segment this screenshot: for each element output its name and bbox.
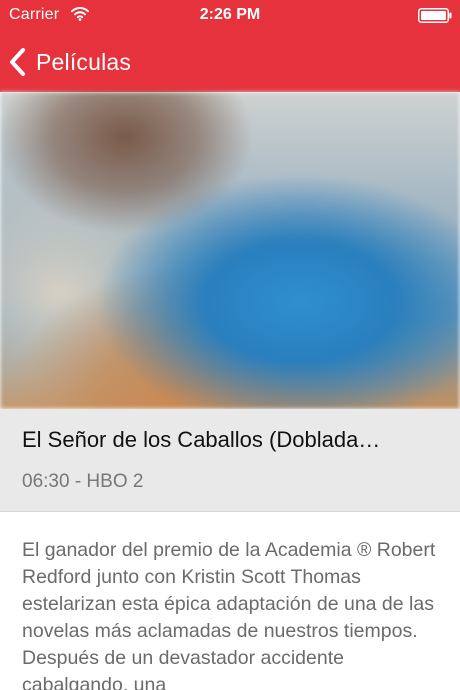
program-schedule: 06:30 - HBO 2 [22, 471, 144, 492]
status-bar: Carrier 2:26 PM [0, 0, 460, 32]
header: Carrier 2:26 PM Películas [0, 0, 460, 92]
back-button[interactable]: Películas [8, 42, 131, 82]
program-detail-screen: Carrier 2:26 PM Películas El Señor de lo… [0, 0, 460, 690]
navigation-bar: Películas [0, 32, 460, 92]
program-title: El Señor de los Caballos (Doblada… [22, 427, 381, 452]
program-title-block: El Señor de los Caballos (Doblada… 06:30… [0, 409, 460, 512]
back-button-label: Películas [36, 48, 132, 75]
battery-full-icon [418, 8, 452, 23]
program-description: El ganador del premio de la Academia ® R… [22, 539, 436, 690]
chevron-left-icon [10, 48, 25, 76]
program-poster-image [0, 92, 460, 409]
status-time: 2:26 PM [199, 6, 261, 23]
